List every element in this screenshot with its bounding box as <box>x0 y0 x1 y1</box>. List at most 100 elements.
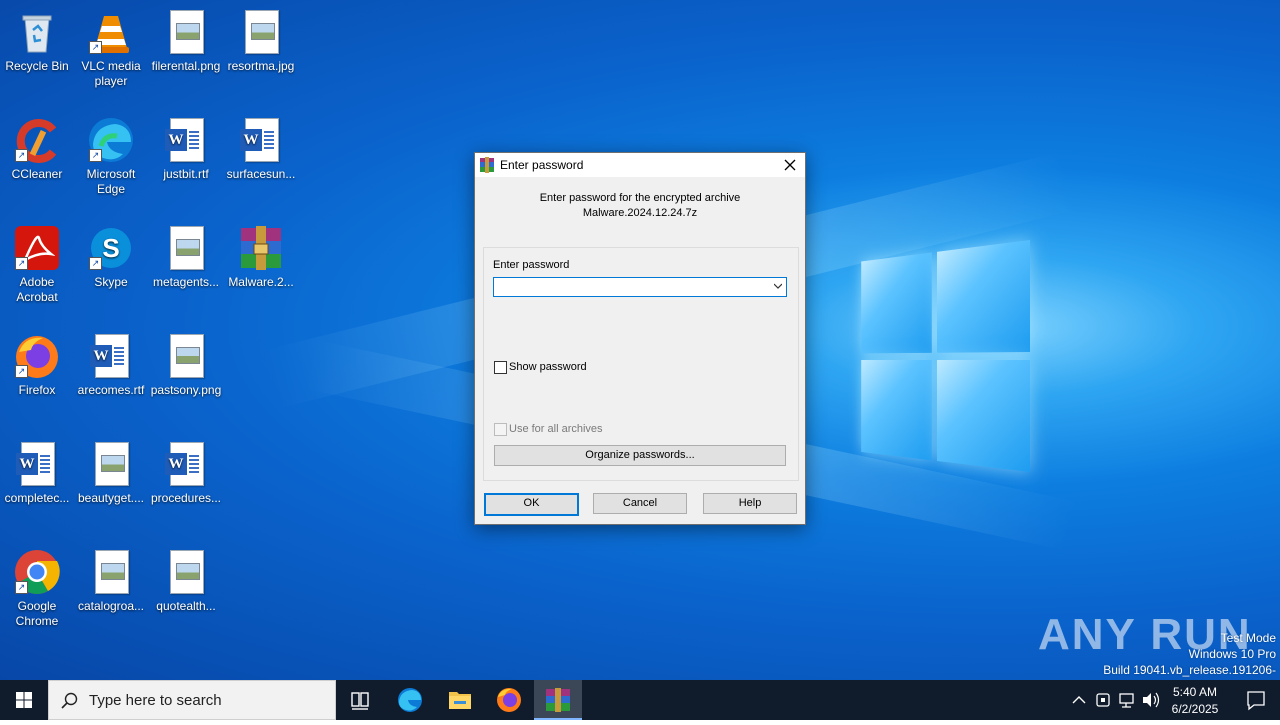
winrar-icon <box>546 688 570 712</box>
show-hidden-icons-button[interactable] <box>1068 680 1090 720</box>
os-edition-text: Windows 10 Pro <box>1188 647 1276 661</box>
desktop-icon-firefox[interactable]: ↗ Firefox <box>0 328 74 398</box>
chevron-up-icon <box>1072 696 1086 704</box>
network-button[interactable] <box>1116 680 1138 720</box>
help-button[interactable]: Help <box>703 493 797 514</box>
desktop-icon-label: Google Chrome <box>15 599 59 628</box>
shortcut-arrow-icon: ↗ <box>89 149 102 162</box>
desktop-icon-label: procedures... <box>150 491 222 505</box>
desktop-icon-file[interactable]: pastsony.png <box>149 328 223 398</box>
taskbar-search-box[interactable]: Type here to search <box>48 680 336 720</box>
shortcut-arrow-icon: ↗ <box>15 581 28 594</box>
ok-button[interactable]: OK <box>484 493 579 516</box>
image-file-icon <box>162 332 210 380</box>
image-file-icon <box>162 548 210 596</box>
windows-start-icon <box>16 692 32 708</box>
search-placeholder: Type here to search <box>89 692 222 709</box>
archive-name: Malware.2024.12.24.7z <box>582 207 698 219</box>
desktop-icon-recycle-bin[interactable]: Recycle Bin <box>0 4 74 74</box>
desktop-icon-label: beautyget.... <box>77 491 145 505</box>
skype-icon: S ↗ <box>87 224 135 272</box>
desktop-icon-label: catalogroa... <box>77 599 145 613</box>
chevron-down-icon[interactable] <box>774 283 782 289</box>
dialog-message: Enter password for the encrypted archive… <box>475 191 805 221</box>
action-center-button[interactable] <box>1232 680 1280 720</box>
task-view-button[interactable] <box>336 680 384 720</box>
windows-logo <box>861 240 1030 480</box>
desktop-icon-winrar-archive[interactable]: Malware.2... <box>224 220 298 290</box>
close-icon <box>784 159 796 171</box>
taskbar: Type here to search 5:40 AM 6/2/2025 <box>0 680 1280 720</box>
word-document-icon: W <box>13 440 61 488</box>
adobe-acrobat-icon: ↗ <box>13 224 61 272</box>
desktop-icon-microsoft-edge[interactable]: ↗ Microsoft Edge <box>74 112 148 197</box>
word-document-icon: W <box>87 332 135 380</box>
desktop-icon-ccleaner[interactable]: ↗ CCleaner <box>0 112 74 182</box>
shortcut-arrow-icon: ↗ <box>15 149 28 162</box>
desktop-icon-google-chrome[interactable]: ↗ Google Chrome <box>0 544 74 629</box>
message-line: Enter password for the encrypted archive <box>539 192 741 204</box>
desktop-icon-label: Adobe Acrobat <box>16 275 58 304</box>
cancel-button[interactable]: Cancel <box>593 493 687 514</box>
dialog-titlebar[interactable]: Enter password <box>475 153 805 177</box>
network-icon <box>1119 693 1134 708</box>
shortcut-arrow-icon: ↗ <box>89 257 102 270</box>
volume-button[interactable] <box>1140 680 1162 720</box>
desktop-icon-file[interactable]: W justbit.rtf <box>149 112 223 182</box>
edge-icon <box>398 688 422 712</box>
taskbar-edge[interactable] <box>386 680 434 720</box>
desktop-icon-label: surfacesun... <box>226 167 296 181</box>
desktop-icon-file[interactable]: resortma.jpg <box>224 4 298 74</box>
close-button[interactable] <box>775 153 805 177</box>
desktop-icon-file[interactable]: metagents... <box>149 220 223 290</box>
desktop-icon-label: justbit.rtf <box>163 167 209 181</box>
password-input[interactable] <box>493 277 787 297</box>
desktop-icon-label: CCleaner <box>11 167 63 181</box>
desktop-icon-label: Firefox <box>18 383 56 397</box>
start-button[interactable] <box>0 680 48 720</box>
use-for-all-archives-checkbox[interactable] <box>494 423 507 436</box>
use-for-all-archives-label: Use for all archives <box>509 423 603 435</box>
desktop-icon-file[interactable]: W arecomes.rtf <box>74 328 148 398</box>
edge-icon: ↗ <box>87 116 135 164</box>
desktop-icon-label: pastsony.png <box>150 383 222 397</box>
image-file-icon <box>162 8 210 56</box>
word-document-icon: W <box>237 116 285 164</box>
organize-passwords-button[interactable]: Organize passwords... <box>494 445 786 466</box>
notification-icon <box>1247 691 1265 711</box>
vlc-icon: ↗ <box>87 8 135 56</box>
chrome-icon: ↗ <box>13 548 61 596</box>
desktop-icon-adobe-acrobat[interactable]: ↗ Adobe Acrobat <box>0 220 74 305</box>
tray-app-button[interactable] <box>1092 680 1114 720</box>
desktop-icon-file[interactable]: W surfacesun... <box>224 112 298 182</box>
enter-password-dialog: Enter password Enter password for the en… <box>474 152 806 525</box>
system-info-watermark: Test Mode Windows 10 Pro Build 19041.vb_… <box>1080 630 1276 680</box>
build-text: Build 19041.vb_release.191206-1406 <box>1103 663 1276 680</box>
desktop-icon-vlc[interactable]: ↗ VLC media player <box>74 4 148 89</box>
desktop-icon-label: resortma.jpg <box>227 59 295 73</box>
desktop-icon-label: Microsoft Edge <box>86 167 136 196</box>
image-file-icon <box>87 440 135 488</box>
desktop-icon-file[interactable]: catalogroa... <box>74 544 148 614</box>
desktop-icon-file[interactable]: quotealth... <box>149 544 223 614</box>
desktop-icon-file[interactable]: filerental.png <box>149 4 223 74</box>
desktop-icon-file[interactable]: W completec... <box>0 436 74 506</box>
desktop-icon-skype[interactable]: S ↗ Skype <box>74 220 148 290</box>
taskbar-file-explorer[interactable] <box>436 680 484 720</box>
show-password-checkbox[interactable] <box>494 361 507 374</box>
taskbar-clock[interactable]: 5:40 AM 6/2/2025 <box>1160 684 1230 718</box>
taskbar-winrar[interactable] <box>534 680 582 720</box>
show-password-label[interactable]: Show password <box>509 361 587 373</box>
firefox-icon: ↗ <box>13 332 61 380</box>
desktop-icon-file[interactable]: W procedures... <box>149 436 223 506</box>
firefox-icon <box>497 688 521 712</box>
desktop-icon-label: quotealth... <box>156 599 216 613</box>
test-mode-text: Test Mode <box>1220 631 1276 645</box>
desktop-icon-file[interactable]: beautyget.... <box>74 436 148 506</box>
desktop-icon-label: Malware.2... <box>228 275 294 289</box>
recycle-bin-icon <box>13 8 61 56</box>
word-document-icon: W <box>162 440 210 488</box>
image-file-icon <box>162 224 210 272</box>
winrar-archive-icon <box>237 224 285 272</box>
taskbar-firefox[interactable] <box>485 680 533 720</box>
